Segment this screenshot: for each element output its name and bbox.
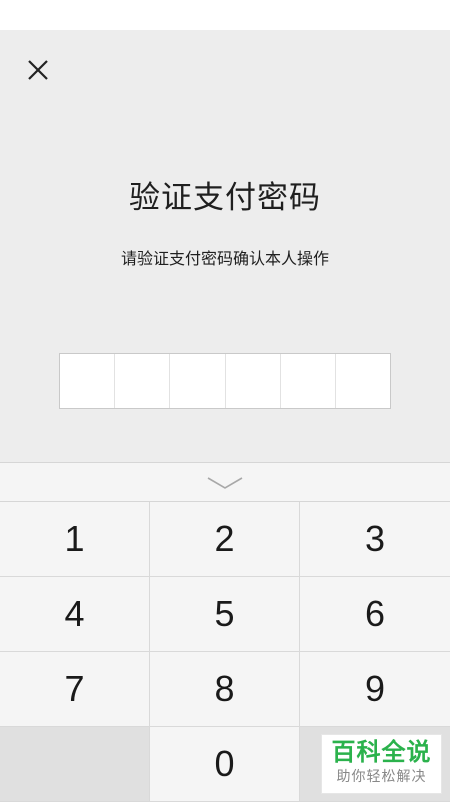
close-button[interactable] xyxy=(22,54,54,86)
key-8[interactable]: 8 xyxy=(150,652,300,727)
watermark-title: 百科全说 xyxy=(331,738,432,766)
pin-cell xyxy=(60,354,116,408)
pin-cell xyxy=(170,354,226,408)
pin-cell xyxy=(281,354,336,408)
key-7[interactable]: 7 xyxy=(0,652,150,727)
key-0[interactable]: 0 xyxy=(150,727,300,802)
status-bar xyxy=(0,0,450,30)
key-4[interactable]: 4 xyxy=(0,577,150,652)
key-3[interactable]: 3 xyxy=(300,502,450,577)
hide-keyboard-button[interactable] xyxy=(0,463,450,501)
key-2[interactable]: 2 xyxy=(150,502,300,577)
pin-cell xyxy=(336,354,390,408)
chevron-down-icon xyxy=(207,477,243,489)
pin-input[interactable] xyxy=(59,353,391,409)
page-subtitle: 请验证支付密码确认本人操作 xyxy=(120,249,329,268)
watermark-logo: 百科全说 助你轻松解决 xyxy=(321,734,442,794)
pin-cell xyxy=(115,354,171,408)
watermark-subtitle: 助你轻松解决 xyxy=(336,769,427,785)
key-6[interactable]: 6 xyxy=(300,577,450,652)
key-5[interactable]: 5 xyxy=(150,577,300,652)
key-9[interactable]: 9 xyxy=(300,652,450,727)
page-title: 验证支付密码 xyxy=(129,180,321,216)
key-1[interactable]: 1 xyxy=(0,502,150,577)
pin-cell xyxy=(226,354,281,408)
close-icon xyxy=(28,60,48,80)
key-blank xyxy=(0,727,150,802)
